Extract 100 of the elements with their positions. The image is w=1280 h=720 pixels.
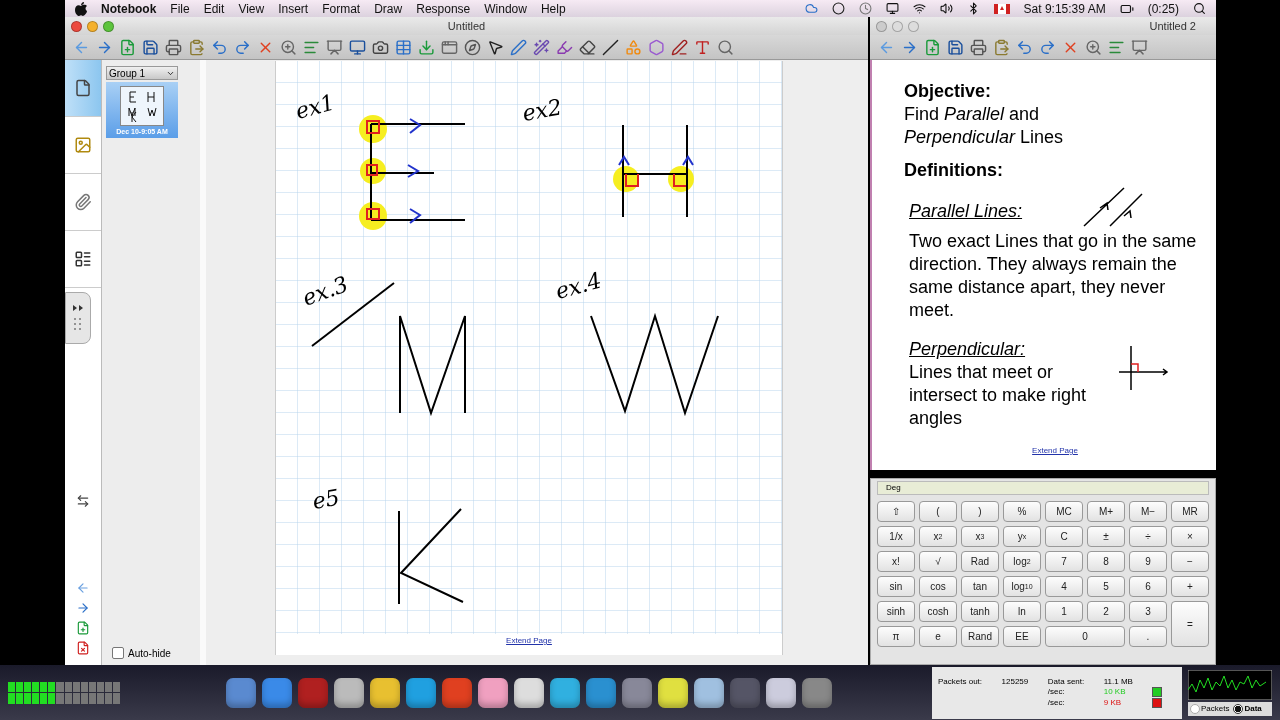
menu-item[interactable]: Response xyxy=(416,1,471,16)
highlighter-icon[interactable] xyxy=(556,38,573,56)
flag-icon[interactable] xyxy=(993,3,1010,14)
checkbox[interactable] xyxy=(112,647,124,659)
calculator-key[interactable]: MR xyxy=(1171,501,1209,522)
calculator-key[interactable]: − xyxy=(1171,551,1209,572)
display-icon[interactable] xyxy=(885,2,899,15)
monitor-icon[interactable] xyxy=(349,38,366,56)
add-page-icon[interactable] xyxy=(119,38,136,56)
sidebar-handle[interactable] xyxy=(65,292,91,344)
calculator-key[interactable]: tanh xyxy=(961,601,999,622)
calculator-key[interactable]: M− xyxy=(1129,501,1167,522)
resize-icon[interactable] xyxy=(76,494,90,508)
paste-icon[interactable] xyxy=(993,38,1010,56)
menu-item[interactable]: Format xyxy=(322,1,361,16)
calculator-key[interactable]: cosh xyxy=(919,601,957,622)
menu-item[interactable]: File xyxy=(170,1,190,16)
app-icon[interactable] xyxy=(694,677,724,708)
extend-page-link[interactable]: Extend Page xyxy=(1032,439,1078,462)
logo-icon[interactable] xyxy=(75,1,87,16)
redo-icon[interactable] xyxy=(234,38,251,56)
calculator-key[interactable]: 2 xyxy=(1087,601,1125,622)
menu-item[interactable]: Draw xyxy=(374,1,403,16)
mode-radio[interactable]: Data xyxy=(1233,703,1262,714)
close-button[interactable] xyxy=(71,20,82,32)
app-icon[interactable] xyxy=(370,677,400,708)
app-icon[interactable] xyxy=(658,677,688,708)
app-icon[interactable] xyxy=(406,677,436,708)
camera-icon[interactable] xyxy=(372,38,389,56)
clock-icon[interactable] xyxy=(858,2,872,15)
save-icon[interactable] xyxy=(142,38,159,56)
pen-icon[interactable] xyxy=(510,38,527,56)
calculator-key[interactable]: % xyxy=(1003,501,1041,522)
calculator-key[interactable]: EE xyxy=(1003,626,1041,647)
calculator-key[interactable]: ) xyxy=(961,501,999,522)
calculator-key[interactable]: MC xyxy=(1045,501,1083,522)
menu-item[interactable]: Edit xyxy=(203,1,225,16)
menu-item[interactable]: Insert xyxy=(278,1,309,16)
polygon-icon[interactable] xyxy=(648,38,665,56)
compass-icon[interactable] xyxy=(464,38,481,56)
calculator-key[interactable]: sin xyxy=(877,576,915,597)
calculator-key[interactable]: + xyxy=(1171,576,1209,597)
close-button[interactable] xyxy=(876,20,887,32)
save-icon[interactable] xyxy=(947,38,964,56)
app-menu[interactable]: Notebook xyxy=(101,1,157,16)
calculator-key[interactable]: C xyxy=(1045,526,1083,547)
calculator-key[interactable]: 9 xyxy=(1129,551,1167,572)
app-icon[interactable] xyxy=(550,677,580,708)
picture-icon[interactable] xyxy=(74,136,92,154)
calculator-key[interactable]: sinh xyxy=(877,601,915,622)
undo-icon[interactable] xyxy=(1016,38,1033,56)
calculator-key[interactable]: x$^{2}$ xyxy=(919,526,957,547)
calculator-key[interactable]: . xyxy=(1129,626,1167,647)
insert-icon[interactable] xyxy=(418,38,435,56)
calculator-key[interactable]: Rad xyxy=(961,551,999,572)
delete-page-icon[interactable] xyxy=(76,641,90,655)
calculator-key[interactable]: ⇧ xyxy=(877,501,915,522)
add-page-icon[interactable] xyxy=(924,38,941,56)
calculator-key[interactable]: 8 xyxy=(1087,551,1125,572)
radio-dot[interactable] xyxy=(1233,703,1244,714)
calculator-key[interactable]: 6 xyxy=(1129,576,1167,597)
auto-hide-checkbox[interactable]: Auto-hide xyxy=(106,647,196,659)
calculator-key[interactable]: 1/x xyxy=(877,526,915,547)
menu-item[interactable]: Window xyxy=(484,1,527,16)
calculator-key[interactable]: 3 xyxy=(1129,601,1167,622)
next-page-icon[interactable] xyxy=(76,601,90,615)
group-dropdown[interactable]: Group 1 xyxy=(106,66,178,80)
calculator-key[interactable]: 4 xyxy=(1045,576,1083,597)
calculator-key[interactable]: 1 xyxy=(1045,601,1083,622)
calculator-key[interactable]: π xyxy=(877,626,915,647)
zoom-icon[interactable] xyxy=(1085,38,1102,56)
add-page-icon[interactable] xyxy=(76,621,90,635)
calculator-key[interactable]: ± xyxy=(1087,526,1125,547)
calculator-key[interactable]: cos xyxy=(919,576,957,597)
print-icon[interactable] xyxy=(970,38,987,56)
app-icon[interactable] xyxy=(334,677,364,708)
app-icon[interactable] xyxy=(514,677,544,708)
app-icon[interactable] xyxy=(478,677,508,708)
zoom-icon[interactable] xyxy=(280,38,297,56)
wifi-icon[interactable] xyxy=(912,2,926,15)
paperclip-icon[interactable] xyxy=(74,193,92,211)
app-icon[interactable] xyxy=(766,677,796,708)
calculator-key[interactable]: ln xyxy=(1003,601,1041,622)
calculator-key[interactable]: ÷ xyxy=(1129,526,1167,547)
calculator-key[interactable]: x$^{3}$ xyxy=(961,526,999,547)
line-icon[interactable] xyxy=(602,38,619,56)
calculator-key[interactable]: = xyxy=(1171,601,1209,647)
circle-icon[interactable] xyxy=(831,2,845,15)
calculator-key[interactable]: tan xyxy=(961,576,999,597)
mode-radio[interactable]: Packets xyxy=(1190,703,1230,714)
calculator-key[interactable]: 0 xyxy=(1045,626,1125,647)
pointer-icon[interactable] xyxy=(487,38,504,56)
calculator-key[interactable]: Rand xyxy=(961,626,999,647)
calculator-key[interactable]: e xyxy=(919,626,957,647)
magic-pen-icon[interactable] xyxy=(533,38,550,56)
menu-item[interactable]: Help xyxy=(540,1,566,16)
previous-page-icon[interactable] xyxy=(76,581,90,595)
paste-icon[interactable] xyxy=(188,38,205,56)
eraser-icon[interactable] xyxy=(579,38,596,56)
window-icon[interactable] xyxy=(441,38,458,56)
